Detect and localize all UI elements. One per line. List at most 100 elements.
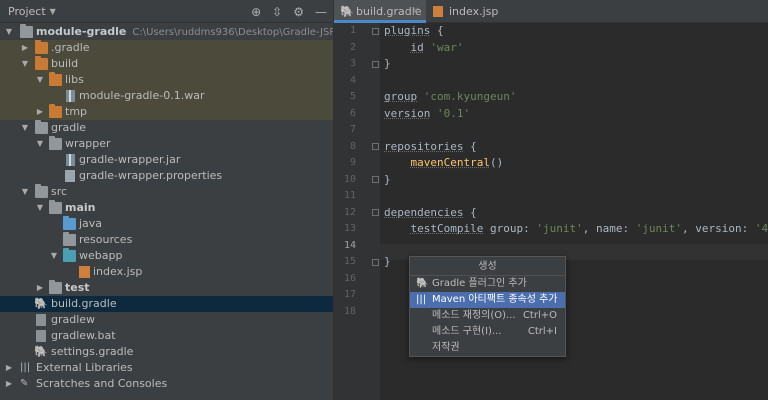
line-number-current: 14 bbox=[343, 239, 356, 251]
tree-item-wrapper[interactable]: ▼ wrapper bbox=[0, 136, 333, 152]
chevron-down-icon[interactable]: ▼ bbox=[20, 56, 30, 72]
tree-item-label: Scratches and Consoles bbox=[36, 377, 168, 390]
chevron-right-icon[interactable]: ▶ bbox=[4, 376, 14, 392]
code-line-13[interactable]: testCompile group: 'junit', name: 'junit… bbox=[384, 221, 768, 238]
tree-item-src[interactable]: ▼ src bbox=[0, 184, 333, 200]
tree-item-war-file[interactable]: module-gradle-0.1.war bbox=[0, 88, 333, 104]
tree-item-gradle[interactable]: ▼ gradle bbox=[0, 120, 333, 136]
file-icon bbox=[36, 314, 46, 326]
code-line-5[interactable]: group 'com.kyungeun' bbox=[384, 89, 516, 106]
tree-item-wrapper-jar[interactable]: gradle-wrapper.jar bbox=[0, 152, 333, 168]
tab-build-gradle[interactable]: 🐘 build.gradle ✕ bbox=[334, 0, 426, 23]
editor: 🐘 build.gradle ✕ index.jsp 1 2 3 4 5 6 7… bbox=[333, 0, 768, 400]
menu-item-add-gradle-plugin[interactable]: 🐘 Gradle 플러그인 추가 bbox=[410, 276, 565, 292]
tab-index-jsp[interactable]: index.jsp bbox=[427, 0, 507, 23]
menu-item-shortcut: Ctrl+O bbox=[522, 310, 557, 321]
gradle-elephant-icon: 🐘 bbox=[416, 278, 429, 289]
tree-item-test[interactable]: ▶ test bbox=[0, 280, 333, 296]
folder-icon bbox=[35, 184, 48, 198]
line-number: 5 bbox=[349, 91, 356, 102]
close-icon[interactable]: ✕ bbox=[412, 0, 420, 23]
code-line-10[interactable]: } bbox=[384, 172, 391, 189]
gradle-elephant-icon: 🐘 bbox=[34, 345, 48, 358]
chevron-down-icon[interactable]: ▼ bbox=[35, 200, 45, 216]
source-folder-icon bbox=[63, 216, 76, 230]
tree-item-label: tmp bbox=[65, 105, 88, 118]
chevron-down-icon[interactable]: ▼ bbox=[35, 136, 45, 152]
code-line-3[interactable]: } bbox=[384, 56, 391, 73]
chevron-right-icon[interactable]: ▶ bbox=[20, 40, 30, 56]
module-path: C:\Users\ruddms936\Desktop\Gradle-JSP\mo… bbox=[132, 27, 333, 38]
line-number: 16 bbox=[343, 272, 356, 284]
chevron-right-icon[interactable]: ▶ bbox=[35, 104, 45, 120]
menu-item-copyright[interactable]: 저작권 bbox=[410, 340, 565, 356]
chevron-down-icon[interactable]: ▼ bbox=[35, 72, 45, 88]
tree-item-libs[interactable]: ▼ libs bbox=[0, 72, 333, 88]
chevron-down-icon[interactable]: ▼ bbox=[20, 184, 30, 200]
project-view-selector[interactable]: Project ▼ bbox=[8, 5, 56, 18]
folder-excluded-icon bbox=[49, 72, 62, 86]
code-line-8[interactable]: repositories { bbox=[384, 139, 477, 156]
chevron-right-icon[interactable]: ▶ bbox=[4, 360, 14, 376]
code-line-15[interactable]: } bbox=[384, 254, 391, 271]
tree-item-label: gradlew.bat bbox=[51, 329, 116, 342]
tree-item-build-gradle[interactable]: 🐘 build.gradle bbox=[0, 296, 333, 312]
tree-item-module-gradle[interactable]: ▼ module-gradle C:\Users\ruddms936\Deskto… bbox=[0, 24, 333, 40]
line-number: 11 bbox=[343, 190, 356, 201]
popup-title: 생성 bbox=[410, 257, 565, 276]
tree-item-build[interactable]: ▼ build bbox=[0, 56, 333, 72]
gradle-elephant-icon: 🐘 bbox=[340, 5, 354, 18]
fold-marker-icon[interactable] bbox=[372, 209, 379, 216]
tree-item-java[interactable]: java bbox=[0, 216, 333, 232]
tree-item-external-libraries[interactable]: ▶ ||| External Libraries bbox=[0, 360, 333, 376]
generate-popup: 생성 🐘 Gradle 플러그인 추가 ||| Maven 아티팩트 종속성 추… bbox=[409, 256, 566, 357]
tree-item-tmp[interactable]: ▶ tmp bbox=[0, 104, 333, 120]
tree-item-label: gradle bbox=[51, 121, 87, 134]
code-line-6[interactable]: version '0.1' bbox=[384, 106, 470, 123]
tree-item-label: settings.gradle bbox=[51, 345, 134, 358]
menu-item-add-maven-dependency[interactable]: ||| Maven 아티팩트 종속성 추가 bbox=[410, 292, 565, 308]
tree-item-scratches[interactable]: ▶ ✎ Scratches and Consoles bbox=[0, 376, 333, 392]
fold-marker-icon[interactable] bbox=[372, 28, 379, 35]
chevron-down-icon[interactable]: ▼ bbox=[4, 24, 14, 40]
fold-marker-icon[interactable] bbox=[372, 259, 379, 266]
tree-item-gradlew[interactable]: gradlew bbox=[0, 312, 333, 328]
tree-item-settings-gradle[interactable]: 🐘 settings.gradle bbox=[0, 344, 333, 360]
code-line-1[interactable]: plugins { bbox=[384, 23, 444, 40]
fold-marker-icon[interactable] bbox=[372, 61, 379, 68]
fold-marker-icon[interactable] bbox=[372, 143, 379, 150]
tree-item-label: test bbox=[65, 281, 90, 294]
code-line-12[interactable]: dependencies { bbox=[384, 205, 477, 222]
tree-item-main[interactable]: ▼ main bbox=[0, 200, 333, 216]
chevron-down-icon[interactable]: ▼ bbox=[49, 248, 59, 264]
menu-item-label: Gradle 플러그인 추가 bbox=[432, 278, 527, 289]
chevron-right-icon[interactable]: ▶ bbox=[35, 280, 45, 296]
fold-marker-icon[interactable] bbox=[372, 176, 379, 183]
menu-item-shortcut: Ctrl+I bbox=[527, 326, 557, 337]
tree-item-webapp[interactable]: ▼ webapp bbox=[0, 248, 333, 264]
hide-panel-icon[interactable]: — bbox=[315, 5, 327, 19]
menu-item-implement-methods[interactable]: 메소드 구현(I)... Ctrl+I bbox=[410, 324, 565, 340]
locate-file-icon[interactable]: ⊕ bbox=[251, 5, 261, 19]
folder-icon bbox=[49, 200, 62, 214]
module-folder-icon bbox=[20, 24, 33, 38]
line-number: 10 bbox=[343, 173, 356, 185]
tree-item-label: build.gradle bbox=[51, 297, 117, 310]
tree-item-resources[interactable]: resources bbox=[0, 232, 333, 248]
tree-item-wrapper-properties[interactable]: gradle-wrapper.properties bbox=[0, 168, 333, 184]
tree-item-gradlew-bat[interactable]: gradlew.bat bbox=[0, 328, 333, 344]
gear-icon[interactable]: ⚙ bbox=[293, 5, 304, 19]
code-line-9[interactable]: mavenCentral() bbox=[384, 155, 504, 172]
collapse-all-icon[interactable]: ⇳ bbox=[272, 5, 282, 19]
code-line-2[interactable]: id 'war' bbox=[384, 40, 464, 57]
tree-item-label: gradlew bbox=[51, 313, 96, 326]
line-number: 13 bbox=[343, 223, 356, 234]
tree-item-index-jsp[interactable]: index.jsp bbox=[0, 264, 333, 280]
menu-item-override-methods[interactable]: 메소드 재정의(O)... Ctrl+O bbox=[410, 308, 565, 324]
tree-item-label: main bbox=[65, 201, 96, 214]
menu-item-label: 메소드 구현(I)... bbox=[432, 326, 502, 337]
maven-library-icon: ||| bbox=[416, 294, 427, 305]
chevron-down-icon[interactable]: ▼ bbox=[20, 120, 30, 136]
tree-item-dot-gradle[interactable]: ▶ .gradle bbox=[0, 40, 333, 56]
tree-item-label: wrapper bbox=[65, 137, 111, 150]
